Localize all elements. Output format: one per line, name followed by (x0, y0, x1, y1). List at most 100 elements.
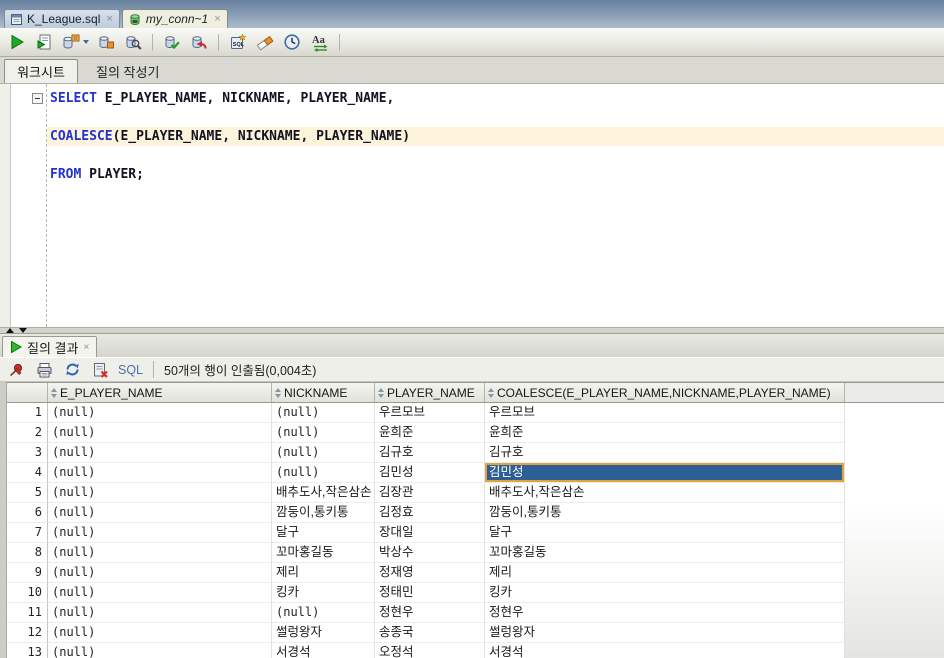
table-cell[interactable]: 우르모브 (485, 403, 845, 423)
table-cell[interactable]: (null) (48, 623, 272, 643)
table-cell[interactable]: 배추도사,작은삼손 (485, 483, 845, 503)
table-cell[interactable]: 장대일 (375, 523, 485, 543)
table-cell[interactable]: 정태민 (375, 583, 485, 603)
table-cell[interactable]: 킹카 (272, 583, 375, 603)
tab-query-builder[interactable]: 질의 작성기 (96, 59, 159, 83)
table-cell[interactable]: (null) (48, 563, 272, 583)
column-header-e-player-name[interactable]: E_PLAYER_NAME (48, 383, 272, 402)
refresh-button[interactable] (62, 359, 82, 381)
commit-button[interactable] (162, 31, 182, 53)
row-number-cell[interactable]: 6 (7, 503, 48, 523)
table-cell[interactable]: 김장관 (375, 483, 485, 503)
table-cell[interactable]: 김규호 (375, 443, 485, 463)
table-cell[interactable]: 김정효 (375, 503, 485, 523)
row-number-cell[interactable]: 12 (7, 623, 48, 643)
table-cell[interactable]: 달구 (272, 523, 375, 543)
table-cell[interactable]: 깜둥이,통키통 (485, 503, 845, 523)
code-area[interactable]: SELECT E_PLAYER_NAME, NICKNAME, PLAYER_N… (47, 89, 944, 184)
table-cell[interactable]: 꼬마홍길동 (272, 543, 375, 563)
table-cell[interactable]: 썰렁왕자 (485, 623, 845, 643)
table-cell[interactable]: 송종국 (375, 623, 485, 643)
close-icon[interactable]: × (83, 342, 89, 353)
table-cell[interactable]: (null) (48, 403, 272, 423)
table-cell[interactable]: 정재영 (375, 563, 485, 583)
sql-history-button[interactable] (282, 31, 302, 53)
table-cell[interactable]: 윤희준 (375, 423, 485, 443)
table-cell[interactable]: 배추도사,작은삼손 (272, 483, 375, 503)
table-cell[interactable]: 정현우 (375, 603, 485, 623)
unshared-worksheet-button[interactable]: SQL (228, 31, 248, 53)
run-statement-button[interactable] (7, 31, 27, 53)
close-icon[interactable]: × (106, 14, 112, 25)
tab-my-conn[interactable]: my_conn~1 × (121, 9, 228, 28)
row-number-cell[interactable]: 13 (7, 643, 48, 658)
row-number-cell[interactable]: 8 (7, 543, 48, 563)
code-line[interactable]: FROM PLAYER; (47, 165, 944, 184)
delete-results-button[interactable] (90, 359, 110, 381)
table-cell[interactable]: (null) (272, 603, 375, 623)
code-fold-collapse-icon[interactable] (32, 93, 43, 104)
explain-plan-button[interactable] (96, 31, 116, 53)
change-case-button[interactable]: Aa (309, 31, 330, 53)
table-cell[interactable]: 서경석 (485, 643, 845, 658)
column-header-coalesce-e-player-name-nickname-player-name[interactable]: COALESCE(E_PLAYER_NAME,NICKNAME,PLAYER_N… (485, 383, 845, 402)
tab-query-result[interactable]: 질의 결과 × (2, 336, 98, 357)
table-cell[interactable]: (null) (272, 463, 375, 483)
table-cell[interactable]: (null) (48, 523, 272, 543)
autotrace-button[interactable] (61, 31, 89, 53)
find-db-object-button[interactable] (123, 31, 143, 53)
row-number-cell[interactable]: 4 (7, 463, 48, 483)
row-number-cell[interactable]: 3 (7, 443, 48, 463)
row-number-cell[interactable]: 11 (7, 603, 48, 623)
table-cell[interactable]: 썰렁왕자 (272, 623, 375, 643)
table-cell[interactable]: (null) (48, 583, 272, 603)
selected-cell[interactable]: 김민성 (485, 463, 845, 483)
row-number-cell[interactable]: 7 (7, 523, 48, 543)
row-number-cell[interactable]: 2 (7, 423, 48, 443)
table-cell[interactable]: 윤희준 (485, 423, 845, 443)
table-cell[interactable]: 제리 (272, 563, 375, 583)
table-cell[interactable]: (null) (48, 483, 272, 503)
sql-view-link[interactable]: SQL (118, 363, 143, 377)
table-cell[interactable]: 김규호 (485, 443, 845, 463)
table-cell[interactable]: 제리 (485, 563, 845, 583)
table-cell[interactable]: (null) (272, 423, 375, 443)
row-number-cell[interactable]: 5 (7, 483, 48, 503)
table-cell[interactable]: (null) (48, 543, 272, 563)
run-script-button[interactable] (34, 31, 54, 53)
table-cell[interactable]: 서경석 (272, 643, 375, 658)
code-line[interactable] (47, 108, 944, 127)
row-number-cell[interactable]: 10 (7, 583, 48, 603)
column-header-nickname[interactable]: NICKNAME (272, 383, 375, 402)
table-cell[interactable]: 정현우 (485, 603, 845, 623)
splitter-up-icon[interactable] (6, 328, 14, 333)
clear-button[interactable] (255, 31, 275, 53)
splitter-down-icon[interactable] (19, 328, 27, 333)
table-cell[interactable]: (null) (48, 643, 272, 658)
code-line[interactable]: SELECT E_PLAYER_NAME, NICKNAME, PLAYER_N… (47, 89, 944, 108)
table-cell[interactable]: 오정석 (375, 643, 485, 658)
pin-button[interactable] (6, 359, 26, 381)
table-cell[interactable]: (null) (48, 603, 272, 623)
tab-worksheet[interactable]: 워크시트 (4, 59, 78, 83)
sql-editor[interactable]: SELECT E_PLAYER_NAME, NICKNAME, PLAYER_N… (0, 84, 944, 327)
close-icon[interactable]: × (214, 14, 220, 25)
column-header-player-name[interactable]: PLAYER_NAME (375, 383, 485, 402)
table-cell[interactable]: 우르모브 (375, 403, 485, 423)
table-cell[interactable]: (null) (272, 443, 375, 463)
panel-splitter[interactable] (0, 327, 944, 334)
table-cell[interactable]: 김민성 (375, 463, 485, 483)
code-line-current[interactable]: COALESCE(E_PLAYER_NAME, NICKNAME, PLAYER… (47, 127, 944, 146)
print-button[interactable] (34, 359, 54, 381)
table-cell[interactable]: 킹카 (485, 583, 845, 603)
dropdown-arrow-icon[interactable] (83, 40, 89, 44)
table-cell[interactable]: (null) (48, 503, 272, 523)
table-cell[interactable]: 박상수 (375, 543, 485, 563)
tab-k-league-sql[interactable]: K_League.sql × (4, 9, 120, 28)
table-cell[interactable]: 달구 (485, 523, 845, 543)
code-line[interactable] (47, 146, 944, 165)
table-cell[interactable]: (null) (272, 403, 375, 423)
row-number-cell[interactable]: 9 (7, 563, 48, 583)
table-cell[interactable]: (null) (48, 463, 272, 483)
table-cell[interactable]: (null) (48, 443, 272, 463)
